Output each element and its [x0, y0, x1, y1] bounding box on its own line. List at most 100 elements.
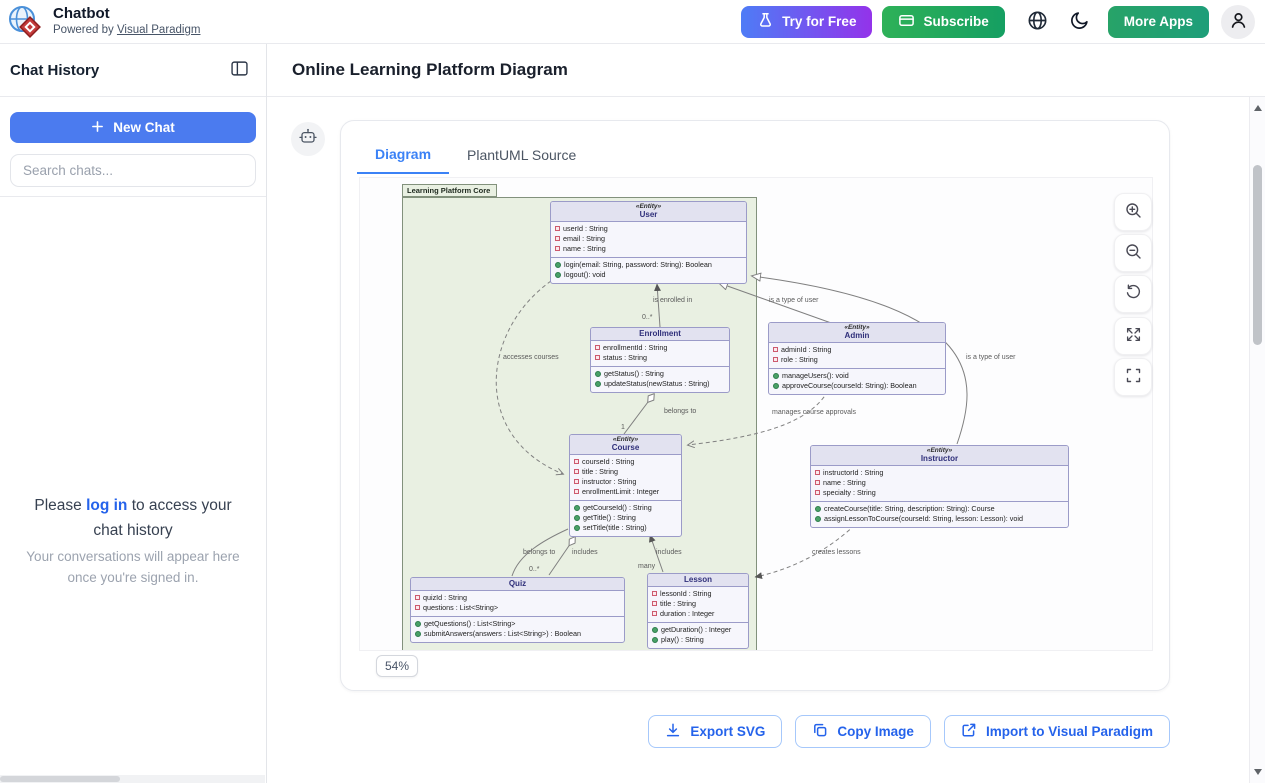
- attribute-text: userId : String: [563, 224, 608, 234]
- attribute-text: enrollmentId : String: [603, 343, 667, 353]
- search-chats-input[interactable]: [10, 154, 256, 187]
- scrollbar-thumb[interactable]: [0, 776, 120, 782]
- edge-label: belongs to: [664, 408, 696, 415]
- attribute-text: enrollmentLimit : Integer: [582, 487, 659, 497]
- operation-row: updateStatus(newStatus : String): [591, 379, 729, 389]
- class-operations: getDuration() : Integer play() : String: [648, 622, 748, 648]
- new-chat-button[interactable]: New Chat: [10, 112, 256, 143]
- operation-text: getCourseId() : String: [583, 503, 652, 513]
- uml-class-course: «Entity» Course courseId : String title …: [569, 434, 682, 537]
- edge-label: manages course approvals: [772, 409, 857, 416]
- field-icon: [773, 347, 778, 352]
- uml-class-user: «Entity» User userId : String email : St…: [550, 201, 747, 284]
- login-hint: Your conversations will appear here once…: [18, 547, 248, 589]
- uml-class-instructor: «Entity» Instructor instructorId : Strin…: [810, 445, 1069, 528]
- edge-user-course-dependency: [496, 281, 563, 474]
- external-link-icon: [961, 722, 977, 741]
- copy-image-button[interactable]: Copy Image: [795, 715, 931, 748]
- import-to-visual-paradigm-button[interactable]: Import to Visual Paradigm: [944, 715, 1170, 748]
- chat-content: Diagram PlantUML Source Learning Platfor…: [267, 97, 1265, 783]
- panel-toggle-icon: [231, 61, 248, 79]
- operation-text: submitAnswers(answers : List<String>) : …: [424, 629, 581, 639]
- method-icon: [555, 272, 561, 278]
- field-icon: [555, 236, 560, 241]
- dark-mode-toggle[interactable]: [1070, 10, 1090, 33]
- diagram-card: Diagram PlantUML Source Learning Platfor…: [340, 120, 1170, 691]
- class-attributes: courseId : String title : String instruc…: [570, 455, 681, 500]
- scroll-down-arrow[interactable]: [1254, 769, 1262, 775]
- edge-label: includes: [656, 549, 682, 556]
- operation-row: getStatus() : String: [591, 369, 729, 379]
- class-attributes: adminId : String role : String: [769, 343, 945, 368]
- attribute-row: status : String: [591, 353, 729, 363]
- edge-label: accesses courses: [503, 354, 559, 361]
- moon-icon: [1070, 10, 1090, 33]
- vertical-scrollbar[interactable]: [1249, 97, 1265, 783]
- operation-text: approveCourse(courseId: String): Boolean: [782, 381, 917, 391]
- class-stereotype: «Entity»: [815, 447, 1064, 454]
- scrollbar-thumb[interactable]: [1253, 165, 1262, 345]
- attribute-text: lessonId : String: [660, 589, 712, 599]
- sidebar-horizontal-scrollbar[interactable]: [0, 775, 265, 783]
- language-globe-button[interactable]: [1027, 10, 1048, 34]
- operation-text: getDuration() : Integer: [661, 625, 731, 635]
- attribute-text: adminId : String: [781, 345, 831, 355]
- visual-paradigm-link[interactable]: Visual Paradigm: [117, 24, 201, 36]
- edge-label: belongs to: [523, 549, 555, 556]
- edge-admin-course-dependency: [688, 391, 828, 445]
- attribute-row: userId : String: [551, 224, 746, 234]
- edge-multiplicity: 1: [621, 424, 625, 431]
- attribute-row: lessonId : String: [648, 589, 748, 599]
- attribute-row: duration : Integer: [648, 609, 748, 619]
- class-header: «Entity» User: [551, 202, 746, 222]
- method-icon: [574, 505, 580, 511]
- user-avatar-button[interactable]: [1221, 5, 1255, 39]
- class-operations: login(email: String, password: String): …: [551, 257, 746, 283]
- class-stereotype: «Entity»: [773, 324, 941, 331]
- field-icon: [815, 490, 820, 495]
- edge-label: creates lessons: [812, 549, 861, 556]
- operation-row: createCourse(title: String, description:…: [811, 504, 1068, 514]
- operation-row: getTitle() : String: [570, 513, 681, 523]
- class-header: «Entity» Admin: [769, 323, 945, 343]
- field-icon: [415, 595, 420, 600]
- class-attributes: lessonId : String title : String duratio…: [648, 587, 748, 622]
- app-window: Chatbot Powered by Visual Paradigm Try f…: [0, 0, 1265, 783]
- edge-label: is a type of user: [966, 354, 1016, 361]
- class-attributes: enrollmentId : String status : String: [591, 341, 729, 366]
- subscribe-label: Subscribe: [923, 14, 988, 29]
- attribute-text: title : String: [660, 599, 696, 609]
- class-name: Admin: [773, 331, 941, 340]
- operation-row: logout(): void: [551, 270, 746, 280]
- field-icon: [574, 459, 579, 464]
- tab-plantuml-source[interactable]: PlantUML Source: [449, 137, 594, 174]
- field-icon: [652, 601, 657, 606]
- subscribe-button[interactable]: Subscribe: [882, 6, 1004, 38]
- flask-icon: [757, 12, 774, 32]
- method-icon: [652, 637, 658, 643]
- more-apps-button[interactable]: More Apps: [1108, 6, 1209, 38]
- bot-avatar: [291, 122, 325, 156]
- attribute-text: email : String: [563, 234, 605, 244]
- operation-text: updateStatus(newStatus : String): [604, 379, 709, 389]
- edge-course-quiz-aggregation: [549, 537, 575, 575]
- import-to-visual-paradigm-label: Import to Visual Paradigm: [986, 724, 1153, 739]
- operation-row: getQuestions() : List<String>: [411, 619, 624, 629]
- try-for-free-button[interactable]: Try for Free: [741, 6, 872, 38]
- field-icon: [652, 611, 657, 616]
- plus-icon: [91, 120, 104, 136]
- scroll-up-arrow[interactable]: [1254, 105, 1262, 111]
- tab-diagram[interactable]: Diagram: [357, 137, 449, 174]
- login-message: Please log in to access your chat histor…: [18, 493, 248, 543]
- attribute-row: title : String: [570, 467, 681, 477]
- field-icon: [595, 345, 600, 350]
- export-svg-button[interactable]: Export SVG: [648, 715, 782, 748]
- class-stereotype: «Entity»: [574, 436, 677, 443]
- log-in-link[interactable]: log in: [86, 497, 127, 514]
- diagram-canvas[interactable]: Learning Platform Core: [359, 177, 1153, 651]
- operation-row: getDuration() : Integer: [648, 625, 748, 635]
- collapse-sidebar-button[interactable]: [231, 61, 248, 79]
- operation-text: logout(): void: [564, 270, 606, 280]
- method-icon: [555, 262, 561, 268]
- copy-icon: [812, 722, 828, 741]
